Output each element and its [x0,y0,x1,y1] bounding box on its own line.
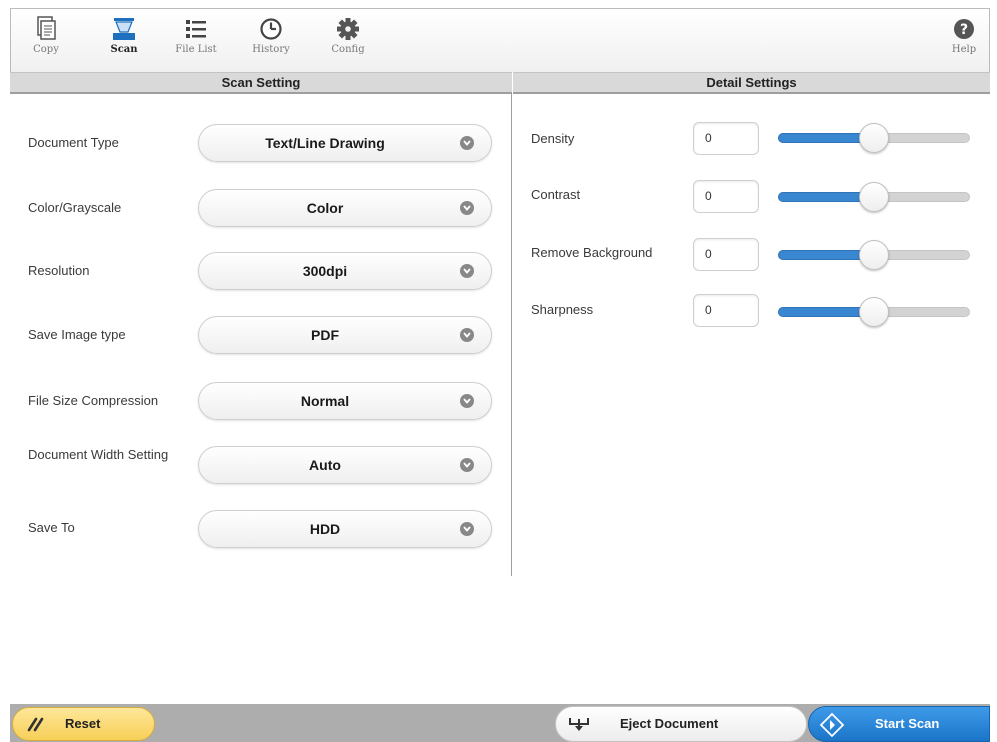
slider-thumb[interactable] [859,123,889,153]
list-icon [186,20,206,38]
save-to-value: HDD [309,521,341,537]
document-type-value: Text/Line Drawing [265,135,385,151]
document-type-select[interactable]: Text/Line Drawing [198,124,492,162]
density-slider[interactable] [778,122,970,154]
detail-settings-header: Detail Settings [513,72,990,94]
help-label: Help [951,44,977,55]
start-scan-label: Start Scan [875,716,940,731]
document-width-setting-label: Document Width Setting [28,447,169,462]
copy-tab-label: Copy [33,44,59,55]
help-icon: ? [954,19,974,39]
chevron-down-icon [460,328,474,342]
eject-document-label: Eject Document [620,716,719,731]
chevron-down-icon [460,394,474,408]
color-grayscale-label: Color/Grayscale [28,200,122,215]
slider-thumb[interactable] [859,182,889,212]
sharpness-label: Sharpness [531,302,594,317]
resolution-value: 300dpi [302,263,348,279]
save-to-label: Save To [28,520,75,535]
chevron-down-icon [460,201,474,215]
save-image-type-label: Save Image type [28,327,126,342]
panel-divider [511,94,512,576]
reset-button[interactable]: Reset [12,707,155,741]
scan-setting-header: Scan Setting [10,72,512,94]
contrast-slider[interactable] [778,181,970,213]
remove-background-input[interactable]: 0 [693,238,759,271]
slider-thumb[interactable] [859,297,889,327]
file-list-tab-label: File List [175,44,217,55]
top-toolbar: Copy Scan File List History Config ? Hel… [10,8,990,72]
color-grayscale-select[interactable]: Color [198,189,492,227]
document-width-setting-select[interactable]: Auto [198,446,492,484]
save-image-type-value: PDF [311,327,339,343]
sharpness-slider[interactable] [778,296,970,328]
file-size-compression-select[interactable]: Normal [198,382,492,420]
eject-icon [569,718,589,731]
color-grayscale-value: Color [306,200,344,216]
file-size-compression-value: Normal [300,393,350,409]
scan-tab[interactable]: Scan [97,15,151,67]
copy-tab[interactable]: Copy [19,15,73,67]
document-type-label: Document Type [28,135,119,150]
resolution-select[interactable]: 300dpi [198,252,492,290]
help-button[interactable]: ? Help [941,15,987,67]
gear-icon [337,18,359,40]
contrast-label: Contrast [531,187,581,202]
contrast-input[interactable]: 0 [693,180,759,213]
start-icon [819,712,845,738]
document-width-setting-value: Auto [309,457,341,473]
chevron-down-icon [460,264,474,278]
reset-icon [27,717,44,732]
save-image-type-select[interactable]: PDF [198,316,492,354]
config-tab-label: Config [331,44,365,55]
reset-label: Reset [65,716,101,731]
copy-icon [37,16,56,40]
clock-icon [260,18,282,40]
density-input[interactable]: 0 [693,122,759,155]
history-tab-label: History [252,44,290,55]
scan-tab-label: Scan [110,44,138,55]
file-list-tab[interactable]: File List [169,15,223,67]
scan-icon [113,18,135,40]
sharpness-input[interactable]: 0 [693,294,759,327]
resolution-label: Resolution [28,263,90,278]
remove-background-slider[interactable] [778,239,970,271]
chevron-down-icon [460,522,474,536]
config-tab[interactable]: Config [321,15,375,67]
history-tab[interactable]: History [244,15,298,67]
save-to-select[interactable]: HDD [198,510,492,548]
eject-document-button[interactable]: Eject Document [555,706,807,742]
svg-text:?: ? [960,22,968,38]
remove-background-label: Remove Background [531,245,653,260]
slider-thumb[interactable] [859,240,889,270]
chevron-down-icon [460,458,474,472]
file-size-compression-label: File Size Compression [28,393,159,408]
density-label: Density [531,131,575,146]
chevron-down-icon [460,136,474,150]
start-scan-button[interactable]: Start Scan [808,706,990,742]
